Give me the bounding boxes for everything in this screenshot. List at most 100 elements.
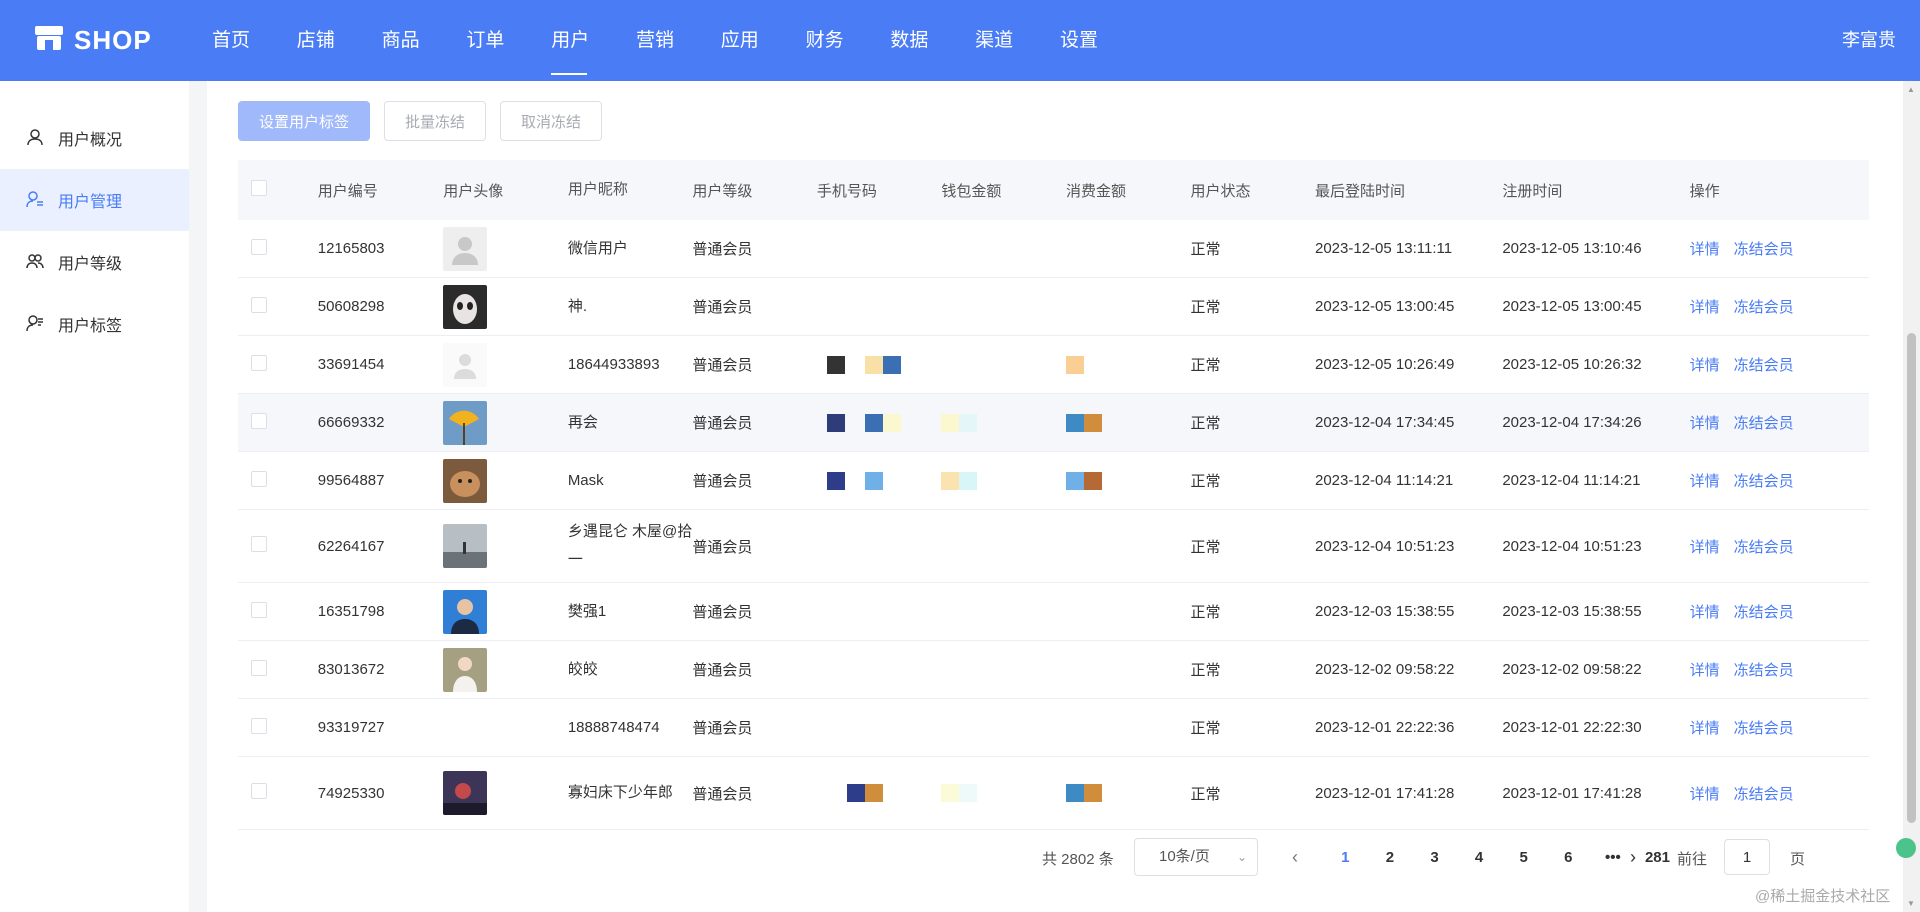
page-number[interactable]: 2 xyxy=(1368,838,1413,878)
nickname: 微信用户 xyxy=(567,239,628,257)
row-checkbox[interactable] xyxy=(251,659,267,676)
col-header-last-login: 最后登陆时间 xyxy=(1315,182,1406,200)
sidebar-item-user-tags[interactable]: 用户标签 xyxy=(0,293,189,355)
row-checkbox[interactable] xyxy=(251,470,267,487)
detail-link[interactable]: 详情 xyxy=(1690,717,1720,738)
freeze-member-link[interactable]: 冻结会员 xyxy=(1734,354,1794,375)
table-row[interactable]: 62264167 乡遇昆仑 木屋@拾一 普通会员 正常 2023-12-04 1… xyxy=(238,510,1869,583)
nickname: 寡妇床下少年郎 xyxy=(567,784,673,801)
spend-amount xyxy=(1065,413,1191,432)
nav-apps[interactable]: 应用 xyxy=(721,0,806,81)
detail-link[interactable]: 详情 xyxy=(1690,296,1720,317)
page-number[interactable]: 5 xyxy=(1501,838,1546,878)
scrollbar-thumb[interactable] xyxy=(1907,333,1916,823)
page-ellipsis[interactable]: ••• xyxy=(1591,838,1636,878)
last-login-time: 2023-12-04 11:14:21 xyxy=(1315,472,1454,489)
vertical-scrollbar[interactable]: ▲ ▼ xyxy=(1903,81,1920,912)
col-header-id: 用户编号 xyxy=(317,182,378,200)
detail-link[interactable]: 详情 xyxy=(1690,238,1720,259)
page-size-select[interactable]: 10条/页 ⌄ xyxy=(1134,838,1258,876)
main-nav: 首页 店铺 商品 订单 用户 营销 应用 财务 数据 渠道 设置 xyxy=(212,0,1145,81)
nav-users[interactable]: 用户 xyxy=(551,0,636,81)
link-icon[interactable] xyxy=(1896,838,1916,858)
nav-home[interactable]: 首页 xyxy=(212,0,297,81)
row-checkbox[interactable] xyxy=(251,412,267,429)
row-checkbox[interactable] xyxy=(251,601,267,618)
chevron-down-icon: ⌄ xyxy=(1236,850,1247,864)
sidebar-item-user-overview[interactable]: 用户概况 xyxy=(0,107,189,169)
set-user-tag-button[interactable]: 设置用户标签 xyxy=(238,101,371,141)
user-status: 正常 xyxy=(1190,415,1221,432)
scroll-up-arrow-icon[interactable]: ▲ xyxy=(1907,85,1915,94)
detail-link[interactable]: 详情 xyxy=(1690,354,1720,375)
row-checkbox[interactable] xyxy=(251,296,267,313)
nav-settings[interactable]: 设置 xyxy=(1060,0,1145,81)
sidebar-item-user-management[interactable]: 用户管理 xyxy=(0,169,189,231)
freeze-member-link[interactable]: 冻结会员 xyxy=(1734,296,1794,317)
last-login-time: 2023-12-04 10:51:23 xyxy=(1315,537,1455,555)
watermark: @稀土掘金技术社区 xyxy=(1755,888,1891,905)
user-level: 普通会员 xyxy=(692,357,753,374)
nav-products[interactable]: 商品 xyxy=(382,0,467,81)
nav-orders[interactable]: 订单 xyxy=(466,0,551,81)
detail-link[interactable]: 详情 xyxy=(1690,470,1720,491)
row-checkbox[interactable] xyxy=(251,717,267,734)
user-id: 83013672 xyxy=(317,661,385,678)
table-row[interactable]: 16351798 樊强1 普通会员 正常 2023-12-03 15:38:55… xyxy=(238,583,1869,641)
freeze-member-link[interactable]: 冻结会员 xyxy=(1734,470,1794,491)
col-header-status: 用户状态 xyxy=(1190,182,1251,200)
detail-link[interactable]: 详情 xyxy=(1690,783,1720,804)
table-row[interactable]: 33691454 18644933893 普通会员 正常 2023-12-05 … xyxy=(238,336,1869,394)
row-checkbox[interactable] xyxy=(251,536,267,552)
page-number[interactable]: 281 xyxy=(1635,838,1680,878)
nav-finance[interactable]: 财务 xyxy=(806,0,891,81)
spend-amount xyxy=(1065,355,1191,374)
goto-page-input[interactable] xyxy=(1724,839,1770,875)
user-id: 74925330 xyxy=(317,784,385,802)
user-status: 正常 xyxy=(1190,538,1221,556)
sidebar-item-user-levels[interactable]: 用户等级 xyxy=(0,231,189,293)
page-number[interactable]: 4 xyxy=(1457,838,1502,878)
last-login-time: 2023-12-01 17:41:28 xyxy=(1315,784,1455,802)
avatar xyxy=(443,284,488,329)
table-row[interactable]: 99564887 Mask 普通会员 正常 2023-12-04 11:14:2… xyxy=(238,452,1869,510)
freeze-member-link[interactable]: 冻结会员 xyxy=(1734,238,1794,259)
nav-data[interactable]: 数据 xyxy=(890,0,975,81)
nav-marketing[interactable]: 营销 xyxy=(636,0,721,81)
next-page-button[interactable]: › xyxy=(1630,847,1636,868)
detail-link[interactable]: 详情 xyxy=(1690,601,1720,622)
current-user-name[interactable]: 李富贵 xyxy=(1842,0,1896,81)
row-checkbox[interactable] xyxy=(251,238,267,255)
page-number[interactable]: 1 xyxy=(1323,838,1368,878)
toolbar: 设置用户标签 批量冻结 取消冻结 xyxy=(238,101,603,141)
freeze-member-link[interactable]: 冻结会员 xyxy=(1734,783,1794,804)
nav-channels[interactable]: 渠道 xyxy=(975,0,1060,81)
table-row[interactable]: 83013672 皎皎 普通会员 正常 2023-12-02 09:58:22 … xyxy=(238,641,1869,699)
freeze-member-link[interactable]: 冻结会员 xyxy=(1734,536,1794,557)
table-row[interactable]: 93319727 18888748474 普通会员 正常 2023-12-01 … xyxy=(238,699,1869,757)
row-checkbox[interactable] xyxy=(251,354,267,371)
register-time: 2023-12-02 09:58:22 xyxy=(1502,661,1642,678)
nav-store[interactable]: 店铺 xyxy=(297,0,382,81)
row-checkbox[interactable] xyxy=(251,783,267,799)
page-number[interactable]: 6 xyxy=(1546,838,1591,878)
table-row[interactable]: 66669332 再会 普通会员 正常 2023-12-04 17:34:45 … xyxy=(238,394,1869,452)
freeze-member-link[interactable]: 冻结会员 xyxy=(1734,601,1794,622)
batch-freeze-button[interactable]: 批量冻结 xyxy=(384,101,487,141)
detail-link[interactable]: 详情 xyxy=(1690,412,1720,433)
freeze-member-link[interactable]: 冻结会员 xyxy=(1734,659,1794,680)
logo[interactable]: SHOP xyxy=(34,22,152,58)
freeze-member-link[interactable]: 冻结会员 xyxy=(1734,717,1794,738)
table-row[interactable]: 50608298 神. 普通会员 正常 2023-12-05 13:00:45 … xyxy=(238,278,1869,336)
unfreeze-button[interactable]: 取消冻结 xyxy=(500,101,603,141)
prev-page-button[interactable]: ‹ xyxy=(1292,847,1298,868)
scroll-down-arrow-icon[interactable]: ▼ xyxy=(1907,899,1915,908)
select-all-checkbox[interactable] xyxy=(251,180,267,196)
page-number[interactable]: 3 xyxy=(1412,838,1457,878)
freeze-member-link[interactable]: 冻结会员 xyxy=(1734,412,1794,433)
sidebar-item-label: 用户标签 xyxy=(58,318,123,335)
detail-link[interactable]: 详情 xyxy=(1690,536,1720,557)
table-row[interactable]: 74925330 寡妇床下少年郎 普通会员 正常 2023-12-01 17:4… xyxy=(238,757,1869,830)
table-row[interactable]: 12165803 微信用户 普通会员 正常 2023-12-05 13:11:1… xyxy=(238,220,1869,278)
detail-link[interactable]: 详情 xyxy=(1690,659,1720,680)
